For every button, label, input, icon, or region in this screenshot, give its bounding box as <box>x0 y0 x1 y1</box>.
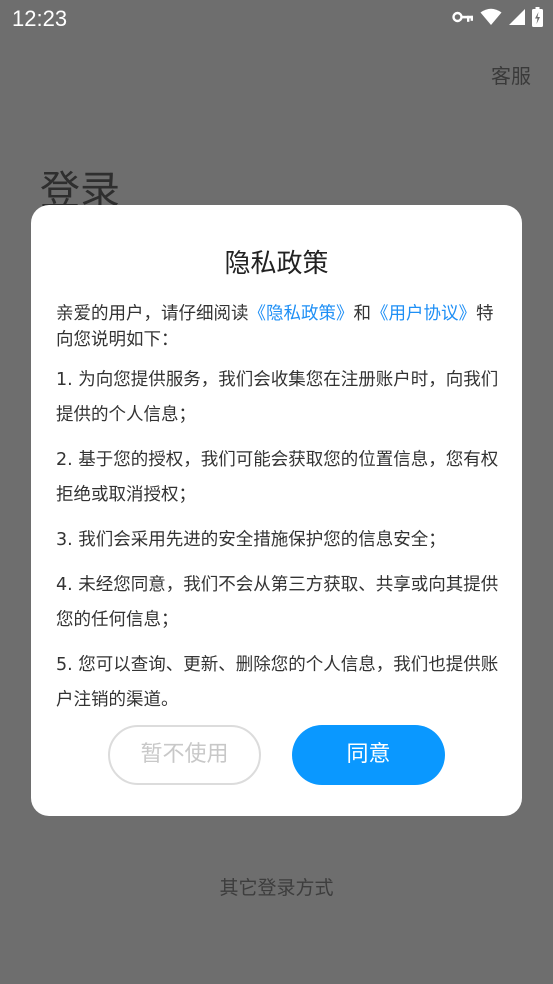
policy-item: 1. 为向您提供服务，我们会收集您在注册账户时，向我们提供的个人信息； <box>56 370 499 425</box>
privacy-policy-link[interactable]: 《隐私政策》 <box>249 304 354 324</box>
policy-item: 3. 我们会采用先进的安全措施保护您的信息安全； <box>56 530 446 550</box>
dialog-body: 亲爱的用户，请仔细阅读《隐私政策》和《用户协议》特向您说明如下： 1. 为向您提… <box>56 301 501 728</box>
key-icon <box>452 10 474 24</box>
agree-button[interactable]: 同意 <box>292 725 445 785</box>
other-login-methods-link[interactable]: 其它登录方式 <box>0 873 553 900</box>
dialog-title: 隐私政策 <box>224 249 329 279</box>
decline-button[interactable]: 暂不使用 <box>108 725 261 785</box>
status-time: 12:23 <box>12 6 68 31</box>
status-icons <box>452 7 543 27</box>
policy-item: 2. 基于您的授权，我们可能会获取您的位置信息，您有权拒绝或取消授权； <box>56 450 499 505</box>
signal-icon <box>508 8 526 26</box>
user-agreement-link[interactable]: 《用户协议》 <box>371 304 476 324</box>
dialog-intro: 亲爱的用户，请仔细阅读《隐私政策》和《用户协议》特向您说明如下： <box>56 301 501 353</box>
policy-item: 5. 您可以查询、更新、删除您的个人信息，我们也提供账户注销的渠道。 <box>56 655 499 710</box>
intro-and: 和 <box>353 304 372 324</box>
policy-item: 4. 未经您同意，我们不会从第三方获取、共享或向其提供您的任何信息； <box>56 575 499 630</box>
privacy-dialog: 隐私政策 亲爱的用户，请仔细阅读《隐私政策》和《用户协议》特向您说明如下： 1.… <box>31 205 522 816</box>
customer-service-link[interactable]: 客服 <box>491 60 531 89</box>
intro-prefix: 亲爱的用户，请仔细阅读 <box>56 304 249 324</box>
battery-icon <box>532 7 543 27</box>
wifi-icon <box>480 8 502 26</box>
status-bar: 12:23 <box>0 0 553 38</box>
